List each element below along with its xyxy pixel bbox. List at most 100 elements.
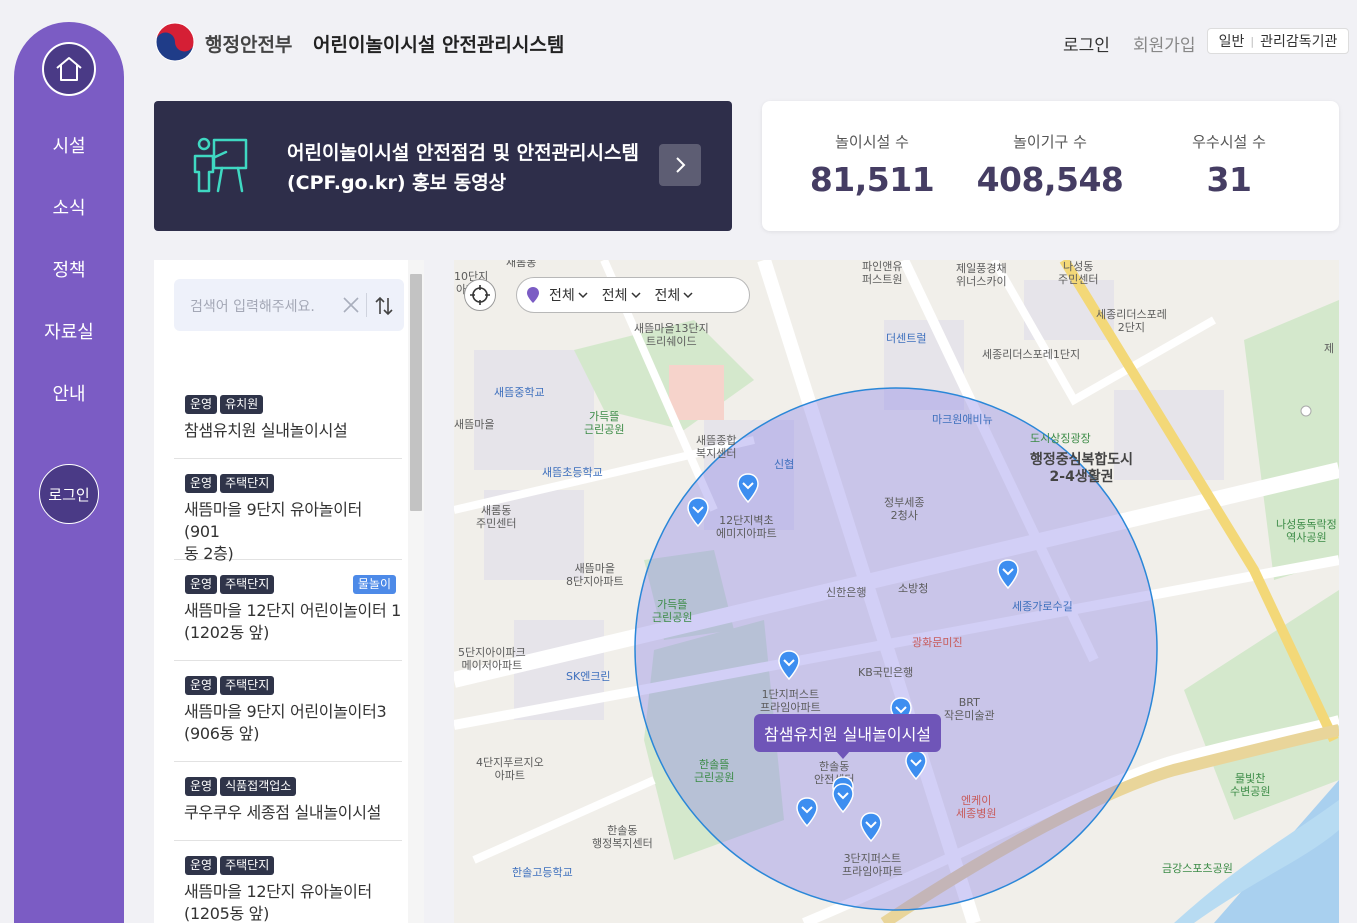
water-play-badge: 물놀이 — [352, 575, 396, 594]
map-marker-pin-icon[interactable] — [860, 812, 882, 842]
sidenav-login-button[interactable]: 로그인 — [39, 464, 99, 524]
nav-item-news[interactable]: 소식 — [14, 194, 124, 220]
clear-icon[interactable] — [339, 293, 363, 317]
map-place-label-line: 3단지퍼스트 — [843, 852, 902, 865]
map-place-label-line: 복지센터 — [696, 447, 737, 460]
map-place-label-line: 5단지아이파크 — [458, 646, 526, 659]
facility-list-item[interactable]: 운영 식품접객업소 쿠우쿠우 세종점 실내놀이시설 — [174, 762, 402, 841]
status-badge: 운영 — [185, 395, 218, 414]
map-marker-pin-icon[interactable] — [796, 797, 818, 827]
home-button[interactable] — [42, 42, 96, 96]
banner-text: 어린이놀이시설 안전점검 및 안전관리시스템 (CPF.go.kr) 홍보 동영… — [287, 138, 639, 198]
system-title[interactable]: 어린이놀이시설 안전관리시스템 — [313, 30, 564, 57]
map-place-label-line: 신협 — [774, 458, 795, 471]
map-place-label-line: 근린공원 — [694, 771, 735, 784]
banner-play-button[interactable] — [659, 144, 701, 186]
nav-item-facility[interactable]: 시설 — [14, 132, 124, 158]
map-place-label-line: 2-4생활권 — [1049, 469, 1114, 485]
map-place-label: BRT 작은미술관 — [944, 696, 995, 722]
map-place-label-line: 나성동독락정 — [1276, 518, 1337, 531]
map-place-label: 정부세종 2청사 — [884, 496, 924, 522]
facility-name: 새뜸마을 9단지 유아놀이터 (901 동 2층) — [184, 499, 402, 565]
stat-value: 408,548 — [976, 160, 1124, 199]
map-place-label: 가득뜰 근린공원 — [652, 598, 692, 624]
stat-label: 우수시설 수 — [1192, 133, 1266, 151]
map-place-label: 행정중심복합도시 2-4생활권 — [1030, 452, 1133, 486]
facility-list-item[interactable]: 운영 주택단지 물놀이 새뜸마을 12단지 어린이놀이터 1 (1202동 앞) — [174, 560, 402, 661]
promo-video-banner[interactable]: 어린이놀이시설 안전점검 및 안전관리시스템 (CPF.go.kr) 홍보 동영… — [154, 101, 732, 231]
chevron-right-icon — [676, 157, 686, 173]
facility-tags: 운영 주택단지 — [185, 474, 275, 493]
map-place-label: 광화문미진 — [912, 636, 963, 649]
nav-item-policy[interactable]: 정책 — [14, 256, 124, 282]
selected-facility-tooltip[interactable]: 참샘유치원 실내놀이시설 — [754, 714, 942, 759]
map-place-label: 신협 — [774, 458, 794, 471]
stat-excellent: 우수시설 수 31 — [1139, 131, 1319, 199]
stat-label: 놀이시설 수 — [835, 133, 909, 151]
map-place-label-line: 한솔동 — [819, 760, 850, 773]
map-place-label-line: 12단지벽초 — [719, 514, 774, 527]
chevron-down-icon — [631, 292, 641, 299]
map-place-label-line: 세종리더스포레 — [1096, 308, 1167, 321]
nav-item-guide[interactable]: 안내 — [14, 380, 124, 406]
category-badge: 유치원 — [220, 395, 264, 414]
map-marker-pin-icon[interactable] — [832, 783, 854, 813]
stat-value: 81,511 — [809, 160, 935, 199]
current-location-button[interactable] — [464, 279, 496, 311]
facility-name-line: 새뜸마을 9단지 어린이놀이터3 — [184, 702, 387, 721]
mode-admin-option[interactable]: 관리감독기관 — [1260, 31, 1337, 51]
map-view[interactable]: 새롬동 새뜸마을13단지 트리쉐이드 새뜸중학교 가득뜰 근린공원 새뜸종합 복지센터 새뜸초등… — [454, 260, 1339, 923]
nav-item-archive[interactable]: 자료실 — [14, 318, 124, 344]
map-place-label-line: 새뜸중학교 — [494, 386, 545, 399]
facility-name-line: (1205동 앞) — [184, 904, 270, 923]
map-place-label-line: 퍼스트원 — [862, 273, 903, 286]
map-place-label: 새뜸초등학교 — [542, 466, 603, 479]
category-badge: 식품접객업소 — [220, 777, 297, 796]
filter-status-dropdown[interactable]: 전체 — [655, 285, 694, 305]
map-place-label-line: 세종리더스포레1단지 — [982, 348, 1081, 361]
facility-name-line: (1202동 앞) — [184, 623, 270, 642]
map-place-label-line: 트리쉐이드 — [646, 335, 697, 348]
map-place-label-line: 나성동 — [1063, 260, 1094, 273]
mode-general-option[interactable]: 일반 — [1219, 31, 1245, 51]
map-place-label-line: 수변공원 — [1230, 785, 1271, 798]
presentation-icon — [193, 137, 248, 193]
facility-name-line: 새뜸마을 12단지 어린이놀이터 1 — [184, 601, 402, 620]
search-input[interactable]: 검색어 입력해주세요. — [190, 296, 315, 316]
map-marker-pin-icon[interactable] — [997, 559, 1019, 589]
facility-name: 참샘유치원 실내놀이시설 — [184, 420, 348, 442]
facility-name-line: 새뜸마을 12단지 유아놀이터 — [184, 882, 372, 901]
map-place-label-line: 메이저아파트 — [461, 659, 523, 672]
facility-name-line: (906동 앞) — [184, 724, 260, 743]
map-place-label-line: 새뜸마을13단지 — [634, 322, 709, 335]
user-mode-toggle: 일반 | 관리감독기관 — [1207, 28, 1349, 54]
map-marker-pin-icon[interactable] — [687, 497, 709, 527]
sort-icon[interactable] — [374, 295, 394, 317]
map-marker-pin-icon[interactable] — [778, 650, 800, 680]
map-place-label-line: 에미지아파트 — [716, 527, 777, 540]
header-signup-link[interactable]: 회원가입 — [1133, 31, 1196, 56]
map-marker-pin-icon[interactable] — [737, 473, 759, 503]
facility-list-item[interactable]: 운영 주택단지 새뜸마을 12단지 유아놀이터 (1205동 앞) — [174, 841, 402, 923]
filter-type-dropdown[interactable]: 전체 — [602, 285, 641, 305]
header-login-link[interactable]: 로그인 — [1063, 31, 1110, 56]
map-place-label: 새뜸종합 복지센터 — [696, 434, 736, 460]
status-badge: 운영 — [185, 856, 218, 875]
map-marker-pin-icon[interactable] — [905, 750, 927, 780]
map-place-label-line: 파인앤유 — [862, 260, 903, 273]
facility-list-item[interactable]: 운영 주택단지 새뜸마을 9단지 어린이놀이터3 (906동 앞) — [174, 661, 402, 762]
map-place-label-line: 프라임아파트 — [842, 865, 903, 878]
facility-list-item[interactable]: 운영 주택단지새뜸마을 9단지 유아놀이터 (901 동 2층) — [174, 459, 402, 563]
map-place-label: 새뜸마을 8단지아파트 — [566, 562, 624, 588]
filter-value: 전체 — [601, 288, 628, 304]
filter-region-dropdown[interactable]: 전체 — [549, 285, 588, 305]
scrollbar-thumb[interactable] — [410, 274, 422, 511]
facility-list-item[interactable]: 운영 유치원참샘유치원 실내놀이시설 — [174, 380, 402, 459]
map-base-layer — [454, 260, 1339, 923]
search-box: 검색어 입력해주세요. — [174, 279, 404, 331]
map-place-label-line: 한솔뜰 — [699, 758, 730, 771]
status-badge: 운영 — [185, 777, 218, 796]
facility-tags: 운영 유치원 — [185, 395, 264, 414]
map-place-label-line: 주민센터 — [1058, 273, 1099, 286]
map-place-label-line: 소방청 — [898, 582, 929, 595]
